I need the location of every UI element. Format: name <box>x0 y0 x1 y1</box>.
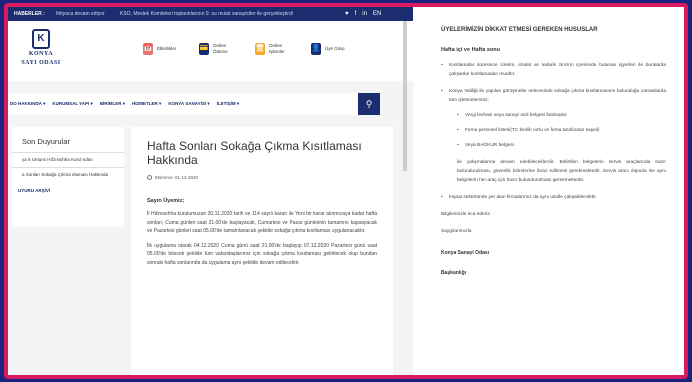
bullet-icon: • <box>457 113 459 118</box>
heart-icon[interactable]: ♥ <box>345 11 349 17</box>
top-link-services[interactable]: 🖥 Online İşlemler <box>255 43 297 55</box>
main-nav: DO HAKKINDA ▾ KURUMSAL YAPI ▾ BİRİMLER ▾… <box>8 93 378 115</box>
nav-item-services[interactable]: HİZMETLER ▾ <box>132 101 161 107</box>
doc-sub-bullet-text: Vergi levhası veya sanayi sicil belgesi … <box>465 113 567 118</box>
sidebar-title: Son Duyurular <box>22 137 70 146</box>
news-item[interactable]: Ihtiyaca devam ediyor <box>56 11 120 17</box>
doc-bullet-text: İnşaat sektöründe yer alan firmalarımız … <box>449 195 597 200</box>
doc-organization: Konya Sanayi Odası <box>441 250 490 256</box>
language-link[interactable]: EN <box>373 11 381 17</box>
doc-sub-bullet: • Veya BAĞKUR belgesi <box>441 141 666 150</box>
logo-emblem-icon: K <box>32 29 50 49</box>
sidebar-announcements: Son Duyurular ya 8 Umumi Hıfzıssıhha Kur… <box>12 127 124 227</box>
logo-text: KONYA <box>28 51 54 57</box>
doc-bullet-text: Kısıtlamalar süresince Üretim, imalat ve… <box>449 63 666 77</box>
article: Hafta Sonları Sokağa Çıkma Kısıtlaması H… <box>131 127 393 375</box>
sidebar-item[interactable]: a Sonları Sokağa Çıkma ıtlaması Hakkında <box>12 167 124 182</box>
news-ticker: HABERLER : Ihtiyaca devam ediyor KSO, Me… <box>8 7 413 21</box>
page-scrollbar[interactable] <box>403 21 407 171</box>
doc-bullet: • Kısıtlamalar süresince Üretim, imalat … <box>441 61 666 79</box>
top-link-label: Üye Girişi <box>325 46 345 51</box>
social-links: ♥ f in EN <box>345 11 381 17</box>
search-icon: ⚲ <box>365 99 373 109</box>
website-screenshot: HABERLER : Ihtiyaca devam ediyor KSO, Me… <box>8 7 413 375</box>
inner-frame: HABERLER : Ihtiyaca devam ediyor KSO, Me… <box>8 7 684 375</box>
site-logo[interactable]: K KONYA SAYI ODASI <box>18 29 64 75</box>
nav-item-industry[interactable]: KONYA SANAYİSİ ▾ <box>168 101 209 107</box>
top-link-label: Etkinlikler <box>157 46 177 51</box>
bullet-icon: • <box>441 195 443 200</box>
top-link-login[interactable]: 👤 Üye Girişi <box>311 43 353 55</box>
article-title: Hafta Sonları Sokağa Çıkma Kısıtlaması H… <box>147 139 362 167</box>
calendar-icon: 📅 <box>143 43 153 55</box>
nav-item-contact[interactable]: İLETİŞİM ▾ <box>217 101 240 107</box>
card-icon: 💳 <box>199 43 209 55</box>
doc-closing: Bilgilerinizle rica ederiz. <box>441 212 492 217</box>
doc-role: Başkanlığı <box>441 270 467 276</box>
site-header: K KONYA SAYI ODASI 📅 Etkinlikler 💳 Onlin… <box>8 21 413 81</box>
news-label: HABERLER : <box>14 11 45 17</box>
linkedin-icon[interactable]: in <box>362 11 367 17</box>
nav-item-structure[interactable]: KURUMSAL YAPI ▾ <box>52 101 92 107</box>
sidebar-item[interactable]: ya 8 Umumi Hıfzıssıhha Kurul ndan <box>12 152 124 167</box>
article-paragraph: İl Hıfzıssıhha kurulumuzun 30.11.2020 ta… <box>147 211 377 234</box>
top-link-payment[interactable]: 💳 Online Ödeme <box>199 43 241 55</box>
article-date: Eklenme: 01-12-2020 <box>147 175 377 180</box>
top-link-events[interactable]: 📅 Etkinlikler <box>143 43 185 55</box>
bullet-icon: • <box>457 143 459 148</box>
outer-frame: HABERLER : Ihtiyaca devam ediyor KSO, Me… <box>4 3 688 379</box>
news-item[interactable]: KSO, Meslek Komiteleri toplantılarının 9… <box>120 11 345 17</box>
doc-sub-bullet-text: Veya BAĞKUR belgesi <box>465 143 514 148</box>
search-button[interactable]: ⚲ <box>358 93 380 115</box>
doc-subtitle: Hafta içi ve Hafta sonu <box>441 47 500 53</box>
archive-link[interactable]: UYURU ARŞİVİ <box>12 182 124 193</box>
bullet-icon: • <box>457 128 459 133</box>
article-paragraph: İlk uygulama olarak 04.12.2020 Cuma günü… <box>147 242 377 266</box>
article-salutation: Sayın Üyemiz; <box>147 198 185 204</box>
doc-sub-bullet-text: Firma personel listesi(TC kimlik no'lu v… <box>465 128 600 133</box>
clock-icon <box>147 175 152 180</box>
doc-sub-bullet: • Firma personel listesi(TC kimlik no'lu… <box>441 126 666 135</box>
doc-bullet: • Konya Valiliği ile yapılan görüşmeler … <box>441 87 666 105</box>
user-icon: 👤 <box>311 43 321 55</box>
nav-item-about[interactable]: DO HAKKINDA ▾ <box>10 101 45 107</box>
logo-text: SAYI ODASI <box>21 60 61 66</box>
bullet-icon: • <box>441 63 443 68</box>
monitor-icon: 🖥 <box>255 43 265 55</box>
doc-closing: Saygılarımızla <box>441 229 472 234</box>
top-links: 📅 Etkinlikler 💳 Online Ödeme 🖥 Online İş… <box>143 43 367 55</box>
doc-sub-bullet: • Vergi levhası veya sanayi sicil belges… <box>441 111 666 120</box>
nav-item-units[interactable]: BİRİMLER ▾ <box>100 101 125 107</box>
top-link-label: Online İşlemler <box>269 43 285 54</box>
facebook-icon[interactable]: f <box>355 11 357 17</box>
article-date-text: Eklenme: 01-12-2020 <box>155 175 199 180</box>
doc-bullet: • İnşaat sektöründe yer alan firmalarımı… <box>441 193 666 202</box>
doc-indented-paragraph: ile çalışmalarına devam edebileceklerdir… <box>457 160 666 183</box>
notice-document: ÜYELERİMİZİN DİKKAT ETMESİ GEREKEN HUSUS… <box>413 7 684 375</box>
doc-bullet-text: Konya Valiliği ile yapılan görüşmeler ne… <box>449 89 666 103</box>
top-link-label: Online Ödeme <box>213 43 228 54</box>
bullet-icon: • <box>441 89 443 94</box>
doc-title: ÜYELERİMİZİN DİKKAT ETMESİ GEREKEN HUSUS… <box>441 27 598 33</box>
